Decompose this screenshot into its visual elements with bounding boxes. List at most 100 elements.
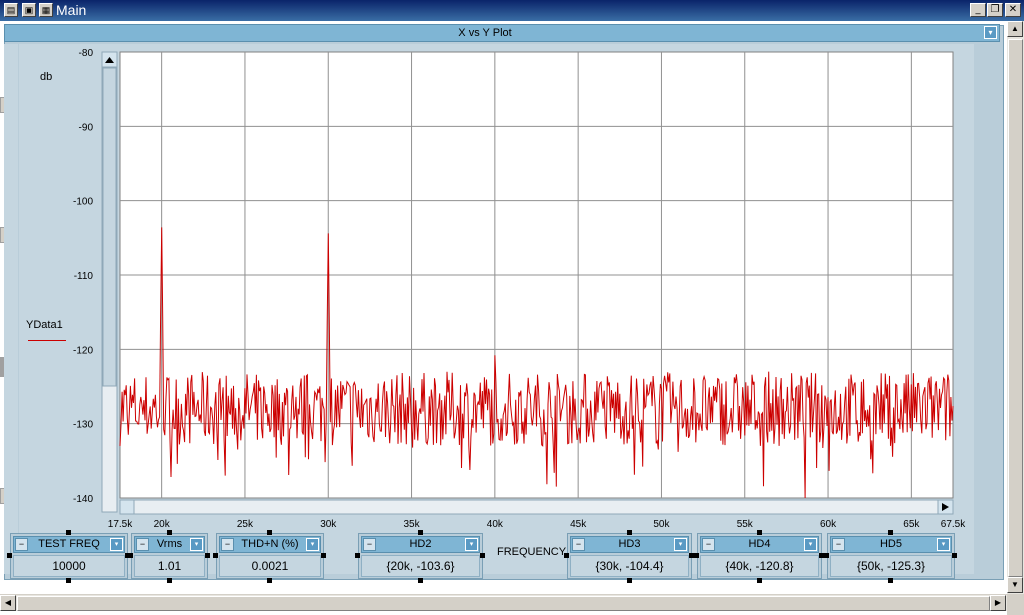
- indicator-menu-icon[interactable]: ▾: [804, 538, 817, 551]
- resize-handle[interactable]: [952, 553, 957, 558]
- x-tick-label: 67.5k: [941, 519, 966, 530]
- y-tick-label: -120: [73, 345, 93, 356]
- resize-handle[interactable]: [128, 553, 133, 558]
- scroll-corner: [1007, 594, 1024, 615]
- indicator-value[interactable]: {50k, -125.3}: [830, 555, 952, 577]
- indicator-header: − HD2 ▾: [361, 536, 480, 553]
- y-tick-label: -80: [79, 48, 94, 59]
- resize-handle[interactable]: [694, 553, 699, 558]
- indicator-value[interactable]: {40k, -120.8}: [700, 555, 819, 577]
- horizontal-scrollbar[interactable]: ◀ ▶: [0, 594, 1007, 611]
- minimize-icon[interactable]: −: [136, 538, 149, 551]
- x-tick-label: 40k: [487, 519, 504, 530]
- indicator-menu-icon[interactable]: ▾: [674, 538, 687, 551]
- indicator-hd5[interactable]: − HD5 ▾ {50k, -125.3}: [827, 533, 955, 579]
- scroll-down-button[interactable]: ▼: [1007, 577, 1023, 593]
- indicator-value[interactable]: 10000: [13, 555, 125, 577]
- scroll-left-button[interactable]: ◀: [0, 595, 16, 611]
- indicator-menu-icon[interactable]: ▾: [937, 538, 950, 551]
- y-tick-label: -140: [73, 494, 93, 505]
- y-tick-label: -90: [79, 122, 94, 133]
- indicator-menu-icon[interactable]: ▾: [110, 538, 123, 551]
- resize-handle[interactable]: [166, 530, 172, 535]
- x-tick-label: 25k: [237, 519, 254, 530]
- x-axis-label: FREQUENCY: [497, 546, 567, 558]
- indicator-hd4[interactable]: − HD4 ▾ {40k, -120.8}: [697, 533, 822, 579]
- y-tick-label: -110: [74, 271, 94, 282]
- minimize-icon[interactable]: −: [15, 538, 28, 551]
- indicator-vrms[interactable]: − Vrms ▾ 1.01: [131, 533, 208, 579]
- indicator-menu-icon[interactable]: ▾: [306, 538, 319, 551]
- resize-handle[interactable]: [66, 530, 71, 535]
- indicator-header: − HD3 ▾: [570, 536, 689, 553]
- indicator-menu-icon[interactable]: ▾: [465, 538, 478, 551]
- indicator-title: HD3: [618, 538, 641, 550]
- minimize-icon[interactable]: −: [221, 538, 234, 551]
- resize-handle[interactable]: [321, 553, 326, 558]
- minimize-icon[interactable]: −: [702, 538, 715, 551]
- indicator-header: − HD5 ▾: [830, 536, 952, 553]
- x-tick-label: 65k: [903, 519, 920, 530]
- horizontal-scroll-thumb[interactable]: [17, 596, 990, 611]
- indicator-header: − HD4 ▾: [700, 536, 819, 553]
- indicator-value[interactable]: {30k, -104.4}: [570, 555, 689, 577]
- resize-handle[interactable]: [417, 578, 423, 583]
- resize-handle[interactable]: [756, 530, 762, 535]
- indicator-header: − TEST FREQ ▾: [13, 536, 125, 553]
- resize-handle[interactable]: [166, 578, 172, 583]
- indicator-thd-n[interactable]: − THD+N (%) ▾ 0.0021: [216, 533, 324, 579]
- indicator-value[interactable]: 1.01: [134, 555, 205, 577]
- resize-handle[interactable]: [355, 553, 360, 558]
- x-tick-label: 30k: [320, 519, 337, 530]
- resize-handle[interactable]: [626, 578, 632, 583]
- plot-y-scroll-thumb: [102, 67, 117, 387]
- indicator-title: TEST FREQ: [38, 538, 100, 550]
- resize-handle[interactable]: [205, 553, 210, 558]
- resize-handle[interactable]: [888, 578, 893, 583]
- indicator-value[interactable]: {20k, -103.6}: [361, 555, 480, 577]
- main-window: ▤ ▣ ▦ Main _ ❐ ✕ X vs Y Plot ▾ db YData1…: [0, 0, 1024, 615]
- resize-handle[interactable]: [7, 553, 12, 558]
- xy-plot-chart: -80 -90 -100 -110 -120 -130 -140 17.5k 20k 25k 30…: [73, 48, 966, 530]
- indicator-value[interactable]: 0.0021: [219, 555, 321, 577]
- resize-handle[interactable]: [626, 530, 632, 535]
- plot-x-scrollbar: [119, 499, 954, 515]
- indicator-header: − THD+N (%) ▾: [219, 536, 321, 553]
- scroll-right-button[interactable]: ▶: [990, 595, 1006, 611]
- vertical-scroll-thumb[interactable]: [1008, 39, 1023, 577]
- x-tick-label: 17.5k: [108, 519, 133, 530]
- indicator-title: HD5: [879, 538, 902, 550]
- x-tick-label: 55k: [737, 519, 754, 530]
- indicator-title: Vrms: [156, 538, 183, 550]
- resize-handle[interactable]: [213, 553, 218, 558]
- resize-handle[interactable]: [564, 553, 569, 558]
- resize-handle[interactable]: [756, 578, 762, 583]
- resize-handle[interactable]: [417, 530, 423, 535]
- vertical-scrollbar[interactable]: ▲ ▼: [1007, 21, 1024, 594]
- indicator-title: THD+N (%): [241, 538, 299, 550]
- x-tick-label: 45k: [570, 519, 587, 530]
- minimize-icon[interactable]: −: [363, 538, 376, 551]
- resize-handle[interactable]: [66, 578, 71, 583]
- resize-handle[interactable]: [824, 553, 829, 558]
- scroll-up-button[interactable]: ▲: [1007, 21, 1023, 37]
- y-tick-label: -130: [73, 420, 93, 431]
- x-tick-label: 20k: [154, 519, 171, 530]
- resize-handle[interactable]: [888, 530, 893, 535]
- indicator-test-freq[interactable]: − TEST FREQ ▾ 10000: [10, 533, 128, 579]
- resize-handle[interactable]: [480, 553, 485, 558]
- minimize-icon[interactable]: −: [572, 538, 585, 551]
- indicator-title: HD2: [409, 538, 432, 550]
- y-tick-label: -100: [73, 197, 93, 208]
- plot-x-scroll-left: [119, 499, 135, 515]
- indicator-hd3[interactable]: − HD3 ▾ {30k, -104.4}: [567, 533, 692, 579]
- indicator-header: − Vrms ▾: [134, 536, 205, 553]
- resize-handle[interactable]: [267, 530, 272, 535]
- indicator-hd2[interactable]: − HD2 ▾ {20k, -103.6}: [358, 533, 483, 579]
- x-tick-label: 50k: [653, 519, 670, 530]
- indicator-menu-icon[interactable]: ▾: [190, 538, 203, 551]
- minimize-icon[interactable]: −: [832, 538, 845, 551]
- x-tick-label: 60k: [820, 519, 837, 530]
- x-tick-label: 35k: [403, 519, 420, 530]
- resize-handle[interactable]: [267, 578, 272, 583]
